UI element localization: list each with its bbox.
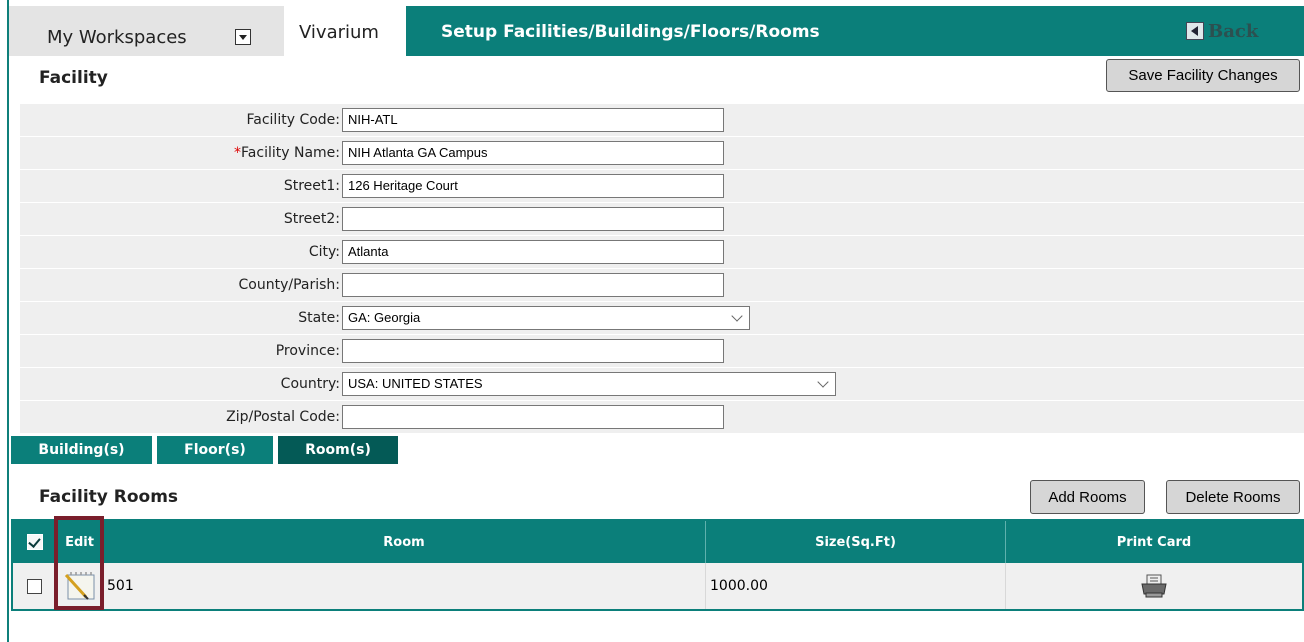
tab-floors[interactable]: Floor(s) — [157, 436, 273, 464]
zip-label: Zip/Postal Code: — [20, 401, 342, 433]
form-row-facility-name: *Facility Name: NIH Atlanta GA Campus — [20, 137, 1304, 170]
workspaces-tab[interactable]: My Workspaces — [9, 6, 284, 56]
form-row-county: County/Parish: — [20, 269, 1304, 302]
add-rooms-button[interactable]: Add Rooms — [1030, 480, 1145, 514]
county-label: County/Parish: — [20, 269, 342, 301]
vivarium-tab[interactable]: Vivarium — [284, 6, 406, 56]
edit-notepad-icon[interactable] — [62, 569, 98, 603]
province-input[interactable] — [342, 339, 724, 363]
header-edit[interactable]: Edit — [57, 521, 103, 563]
size-cell: 1000.00 — [706, 563, 1006, 609]
facility-code-input[interactable]: NIH-ATL — [342, 108, 724, 132]
form-row-province: Province: — [20, 335, 1304, 368]
back-arrow-icon — [1186, 22, 1204, 40]
select-all-checkbox-icon[interactable] — [26, 534, 43, 550]
zip-input[interactable] — [342, 405, 724, 429]
left-border — [7, 0, 9, 642]
edit-cell — [57, 563, 103, 609]
country-label: Country: — [20, 368, 342, 400]
page-title-bar: Setup Facilities/Buildings/Floors/Rooms … — [406, 6, 1304, 56]
city-input[interactable]: Atlanta — [342, 240, 724, 264]
room-cell: 501 — [103, 563, 706, 609]
street2-input[interactable] — [342, 207, 724, 231]
facility-form: Facility Code: NIH-ATL *Facility Name: N… — [20, 104, 1304, 434]
facility-name-label: Facility Name: — [241, 145, 340, 161]
street1-label: Street1: — [20, 170, 342, 202]
vivarium-label: Vivarium — [299, 22, 379, 43]
province-label: Province: — [20, 335, 342, 367]
rooms-table: Edit Room Size(Sq.Ft) Print Card 501 100… — [11, 519, 1304, 611]
facility-code-label: Facility Code: — [20, 104, 342, 136]
county-input[interactable] — [342, 273, 724, 297]
street1-input[interactable]: 126 Heritage Court — [342, 174, 724, 198]
street2-label: Street2: — [20, 203, 342, 235]
save-facility-button[interactable]: Save Facility Changes — [1106, 59, 1300, 92]
printer-icon[interactable] — [1139, 573, 1169, 599]
header-print-card: Print Card — [1116, 534, 1192, 550]
form-row-facility-code: Facility Code: NIH-ATL — [20, 104, 1304, 137]
header-size[interactable]: Size(Sq.Ft) — [706, 521, 1006, 563]
workspaces-dropdown-icon[interactable] — [235, 29, 251, 45]
workspaces-label: My Workspaces — [47, 27, 187, 48]
facility-name-input[interactable]: NIH Atlanta GA Campus — [342, 141, 724, 165]
form-row-country: Country: USA: UNITED STATES — [20, 368, 1304, 401]
header-room[interactable]: Room — [103, 521, 706, 563]
state-label: State: — [20, 302, 342, 334]
form-row-street2: Street2: — [20, 203, 1304, 236]
row-select-cell — [13, 563, 57, 609]
facility-rooms-title: Facility Rooms — [39, 487, 179, 507]
country-select-value: USA: UNITED STATES — [348, 376, 483, 391]
form-row-city: City: Atlanta — [20, 236, 1304, 269]
back-button[interactable]: Back — [1186, 19, 1258, 43]
facility-title: Facility — [39, 68, 108, 88]
rooms-table-header: Edit Room Size(Sq.Ft) Print Card — [13, 521, 1302, 563]
page-title: Setup Facilities/Buildings/Floors/Rooms — [441, 22, 820, 42]
form-row-state: State: GA: Georgia — [20, 302, 1304, 335]
state-select-value: GA: Georgia — [348, 310, 421, 325]
form-row-zip: Zip/Postal Code: — [20, 401, 1304, 434]
tab-rooms[interactable]: Room(s) — [278, 436, 398, 464]
print-card-cell — [1006, 563, 1302, 609]
state-select[interactable]: GA: Georgia — [342, 306, 750, 330]
table-row: 501 1000.00 — [13, 563, 1302, 609]
back-label: Back — [1208, 20, 1259, 42]
country-select[interactable]: USA: UNITED STATES — [342, 372, 836, 396]
city-label: City: — [20, 236, 342, 268]
row-checkbox[interactable] — [27, 578, 42, 594]
facility-name-label-cell: *Facility Name: — [20, 137, 342, 169]
tab-buildings[interactable]: Building(s) — [11, 436, 152, 464]
required-marker: * — [234, 145, 242, 161]
delete-rooms-button[interactable]: Delete Rooms — [1166, 480, 1300, 514]
form-row-street1: Street1: 126 Heritage Court — [20, 170, 1304, 203]
chevron-down-icon — [731, 310, 743, 322]
chevron-down-icon — [817, 376, 829, 388]
select-all-cell — [13, 521, 57, 563]
